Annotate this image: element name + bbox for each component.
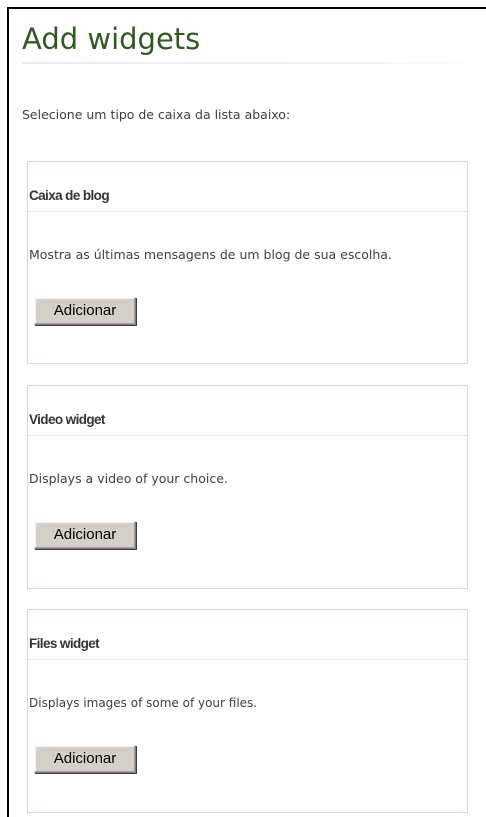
widget-title-divider	[28, 659, 467, 660]
widget-card-blog: Caixa de blog Mostra as últimas mensagen…	[27, 161, 468, 364]
widget-description: Displays a video of your choice.	[29, 471, 228, 486]
widget-title: Files widget	[29, 636, 100, 651]
widget-title-divider	[28, 211, 467, 212]
widget-title: Video widget	[29, 412, 105, 427]
widget-title-divider	[28, 435, 467, 436]
widget-card-files: Files widget Displays images of some of …	[27, 609, 468, 813]
widget-card-video: Video widget Displays a video of your ch…	[27, 385, 468, 589]
add-video-widget-button[interactable]: Adicionar	[34, 521, 136, 549]
page-title: Add widgets	[22, 22, 201, 56]
add-blog-widget-button[interactable]: Adicionar	[34, 297, 136, 325]
intro-text: Selecione um tipo de caixa da lista abai…	[22, 107, 291, 122]
widget-description: Mostra as últimas mensagens de um blog d…	[29, 247, 392, 262]
widget-title: Caixa de blog	[29, 188, 110, 203]
add-files-widget-button[interactable]: Adicionar	[34, 745, 136, 773]
widget-description: Displays images of some of your files.	[29, 696, 258, 710]
title-divider	[22, 62, 486, 64]
